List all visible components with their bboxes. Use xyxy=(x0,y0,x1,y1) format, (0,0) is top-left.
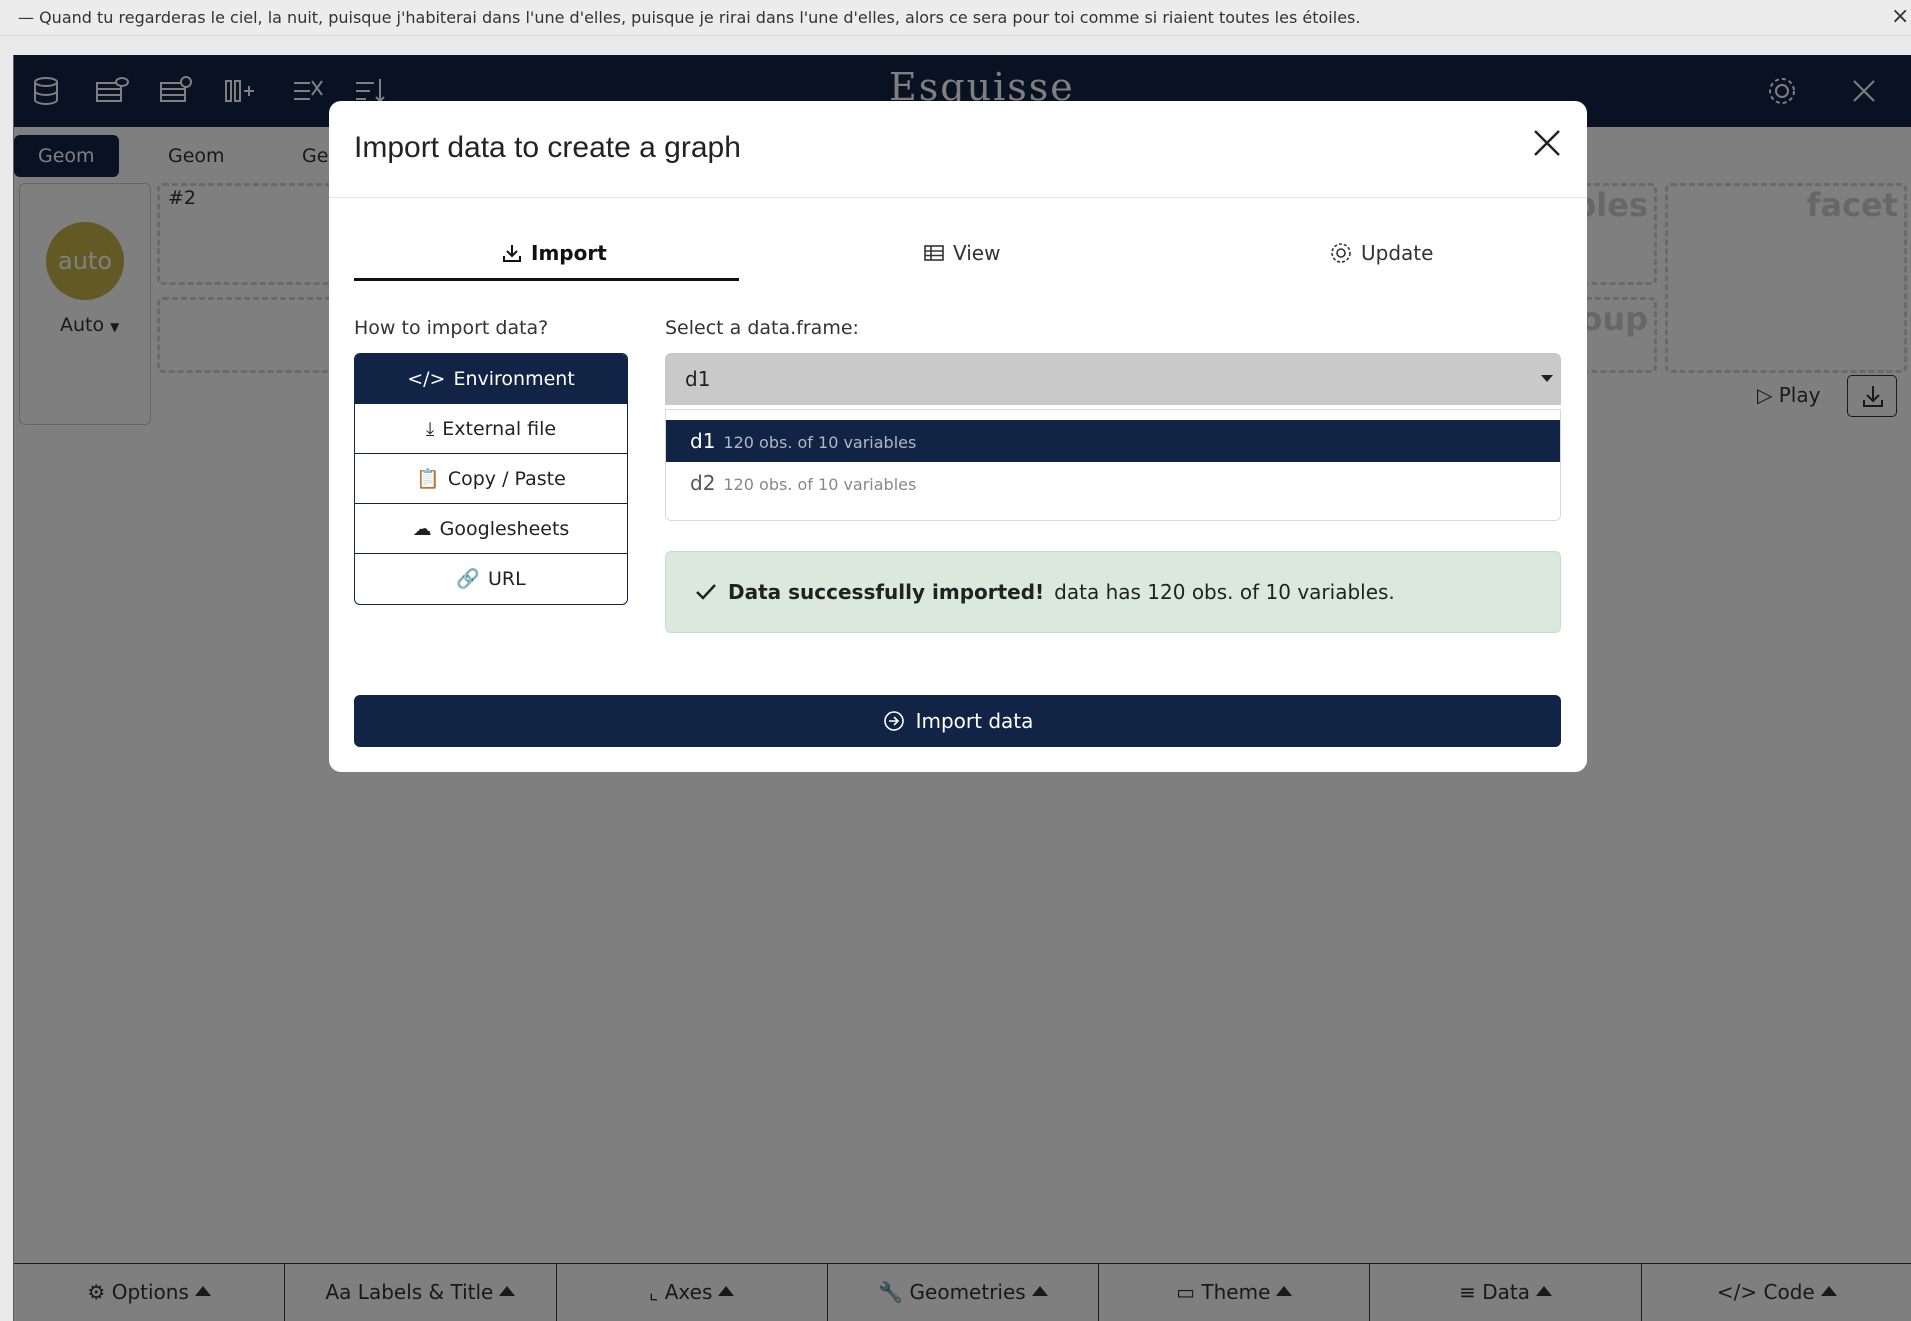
alert-bold-text: Data successfully imported! xyxy=(728,580,1045,604)
dataframe-select[interactable]: d1 xyxy=(665,353,1561,405)
modal-divider xyxy=(329,197,1587,198)
gear-icon xyxy=(1331,243,1351,263)
method-environment[interactable]: </> Environment xyxy=(355,354,627,404)
cloud-download-icon: ☁ xyxy=(412,517,432,540)
download-icon xyxy=(503,245,521,262)
file-import-icon: ⤓ xyxy=(425,417,435,440)
method-googlesheets[interactable]: ☁ Googlesheets xyxy=(355,504,627,554)
notification-text: — Quand tu regarderas le ciel, la nuit, … xyxy=(18,8,1361,27)
clipboard-icon: 📋 xyxy=(416,467,440,490)
code-icon: </> xyxy=(407,367,446,390)
notification-bar: — Quand tu regarderas le ciel, la nuit, … xyxy=(0,0,1911,36)
check-icon xyxy=(696,584,716,600)
table-icon xyxy=(924,245,944,261)
active-tab-underline xyxy=(354,278,739,281)
import-method-label: How to import data? xyxy=(354,317,549,339)
import-method-list: </> Environment ⤓ External file 📋 Copy / Pa… xyxy=(354,353,628,605)
modal-title: Import data to create a graph xyxy=(354,131,741,164)
dataframe-dropdown: d1 120 obs. of 10 variables d2 120 obs. of… xyxy=(665,409,1561,521)
import-data-button[interactable]: Import data xyxy=(354,695,1561,747)
notification-close-icon[interactable]: × xyxy=(1891,0,1911,36)
modal-close-icon[interactable] xyxy=(1525,121,1569,165)
alert-detail-text: data has 120 obs. of 10 variables. xyxy=(1054,580,1395,604)
arrow-circle-right-icon xyxy=(883,711,904,731)
method-external-file[interactable]: ⤓ External file xyxy=(355,404,627,454)
dataframe-selected-value: d1 xyxy=(685,367,711,391)
tab-update[interactable]: Update xyxy=(1329,227,1433,279)
method-copy-paste[interactable]: 📋 Copy / Paste xyxy=(355,454,627,504)
method-url[interactable]: 🔗 URL xyxy=(355,554,627,604)
dataframe-option-d1[interactable]: d1 120 obs. of 10 variables xyxy=(666,420,1560,462)
dataframe-select-label: Select a data.frame: xyxy=(665,317,859,339)
tab-view[interactable]: View xyxy=(923,227,1000,279)
link-icon: 🔗 xyxy=(456,568,480,590)
import-success-alert: Data successfully imported! data has 120… xyxy=(665,551,1561,633)
dataframe-option-d2[interactable]: d2 120 obs. of 10 variables xyxy=(666,462,1560,504)
import-data-modal: Import data to create a graph Import Vie… xyxy=(329,101,1587,772)
caret-down-icon xyxy=(1541,375,1553,382)
tab-import[interactable]: Import xyxy=(501,227,607,279)
